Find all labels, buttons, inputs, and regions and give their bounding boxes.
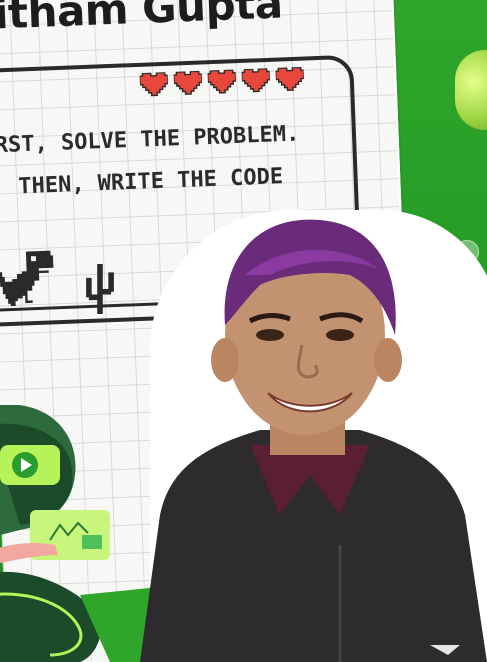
heart-icon: [139, 72, 169, 97]
heart-icon: [241, 68, 271, 93]
cactus-icon: [86, 264, 114, 314]
thumbnail-canvas: itham Gupta RST, SOLVE THE PROBLEM. THEN…: [0, 0, 487, 662]
carousel-indicator[interactable]: [455, 240, 479, 264]
heart-icon: [207, 69, 237, 94]
person-photo: [140, 219, 487, 662]
heart-icon: [275, 66, 305, 92]
heart-icon: [173, 70, 203, 95]
dino-icon: [0, 250, 54, 307]
